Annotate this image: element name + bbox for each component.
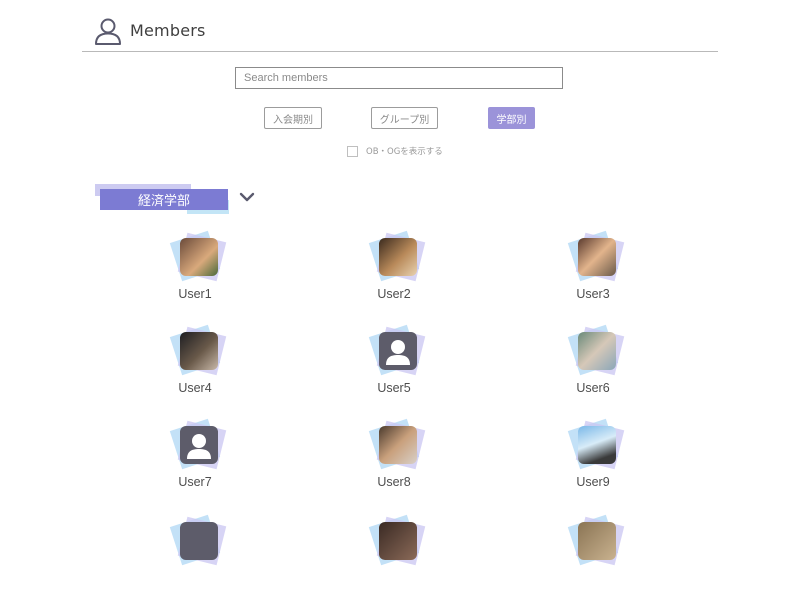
avatar-photo (379, 238, 417, 276)
filter-by-join-period-button[interactable]: 入会期別 (264, 107, 322, 129)
chevron-down-icon[interactable] (239, 190, 255, 204)
faculty-section-header[interactable]: 経済学部 (95, 184, 240, 216)
avatar-photo (180, 238, 218, 276)
avatar-frame (169, 230, 227, 284)
member-card[interactable] (155, 514, 235, 594)
search-input[interactable] (235, 67, 563, 89)
avatar-photo (578, 426, 616, 464)
member-card[interactable] (553, 514, 633, 594)
avatar-frame (567, 418, 625, 472)
member-card-user8[interactable]: User8 (354, 418, 434, 498)
avatar-frame (169, 324, 227, 378)
show-alumni-checkbox[interactable] (347, 145, 358, 157)
avatar-frame (567, 230, 625, 284)
avatar-frame (368, 230, 426, 284)
avatar-frame (368, 324, 426, 378)
member-card[interactable] (354, 514, 434, 594)
member-name: User3 (576, 287, 610, 301)
avatar-photo (578, 238, 616, 276)
avatar-frame (368, 418, 426, 472)
default-person-icon (180, 426, 218, 464)
avatar-frame (567, 324, 625, 378)
default-person-icon (379, 332, 417, 370)
filter-by-group-button[interactable]: グループ別 (371, 107, 438, 129)
member-card-user7[interactable]: User7 (155, 418, 235, 498)
member-name: User8 (377, 475, 411, 489)
show-alumni-label: OB・OGを表示する (366, 147, 443, 157)
page-title: Members (130, 21, 206, 40)
member-card-user9[interactable]: User9 (553, 418, 633, 498)
member-name: User1 (178, 287, 212, 301)
avatar-frame (169, 418, 227, 472)
member-name: User9 (576, 475, 610, 489)
default-avatar-icon (180, 522, 218, 560)
member-card-user3[interactable]: User3 (553, 230, 633, 310)
page-header: Members (82, 10, 718, 52)
member-card-user5[interactable]: User5 (354, 324, 434, 404)
person-outline-icon (95, 18, 121, 45)
avatar (379, 522, 417, 560)
show-alumni-row[interactable]: OB・OGを表示する (347, 145, 443, 157)
member-name: User2 (377, 287, 411, 301)
member-card-user6[interactable]: User6 (553, 324, 633, 404)
avatar-photo (578, 332, 616, 370)
faculty-label: 経済学部 (100, 189, 228, 210)
avatar (578, 522, 616, 560)
member-name: User5 (377, 381, 411, 395)
avatar-photo (379, 426, 417, 464)
filter-by-faculty-button[interactable]: 学部別 (488, 107, 535, 129)
member-name: User7 (178, 475, 212, 489)
member-name: User4 (178, 381, 212, 395)
avatar-photo (180, 332, 218, 370)
member-card-user2[interactable]: User2 (354, 230, 434, 310)
member-name: User6 (576, 381, 610, 395)
member-card-user4[interactable]: User4 (155, 324, 235, 404)
member-card-user1[interactable]: User1 (155, 230, 235, 310)
